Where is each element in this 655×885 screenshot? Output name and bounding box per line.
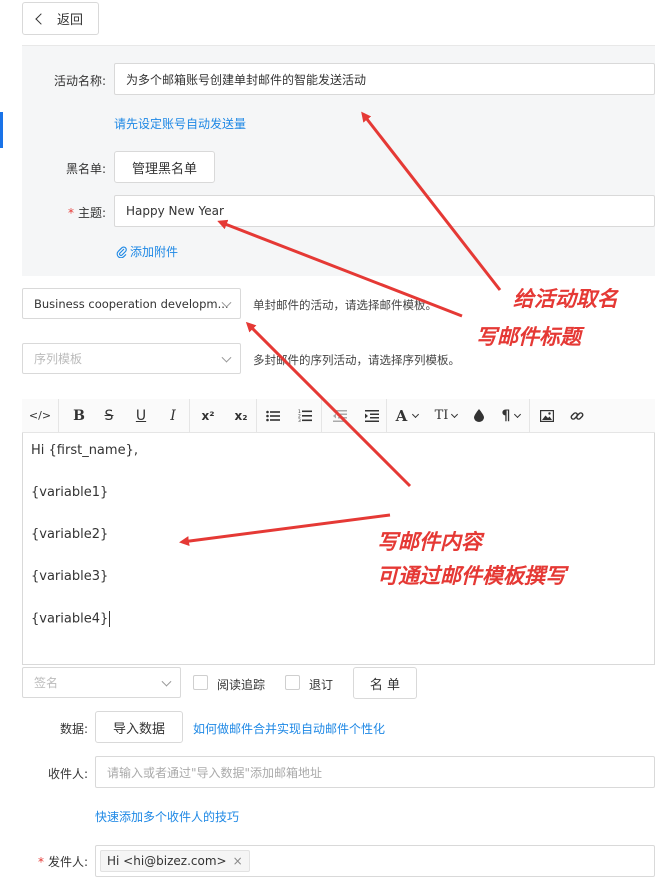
insert-image-button[interactable]: [530, 399, 564, 433]
activity-name-label: 活动名称:: [53, 74, 106, 88]
editor-toolbar: </> B S U I x² x₂ 123 A TI ¶: [22, 398, 655, 433]
indent-icon: [365, 409, 379, 422]
unsubscribe-label: 退订: [309, 678, 334, 692]
chevron-down-icon: [514, 410, 522, 418]
drop-icon: [474, 409, 484, 422]
signature-placeholder: 签名: [34, 676, 59, 690]
subject-label: * 主题:: [22, 204, 106, 221]
paragraph-button[interactable]: ¶: [493, 399, 529, 433]
code-view-button[interactable]: </>: [22, 399, 58, 433]
strikethrough-button[interactable]: S: [93, 399, 125, 433]
quick-add-recipients-link[interactable]: 快速添加多个收件人的技巧: [95, 808, 239, 825]
insert-link-button[interactable]: [564, 399, 590, 433]
paragraph-label: ¶: [501, 407, 511, 424]
blacklist-label: 黑名单:: [65, 162, 106, 176]
toolbar-divider: [58, 398, 59, 433]
bullet-list-button[interactable]: [257, 399, 289, 433]
link-icon: [570, 411, 584, 420]
sender-label: * 发件人:: [22, 853, 88, 870]
chevron-down-icon: [451, 410, 459, 418]
sender-tag-label: Hi <hi@bizez.com>: [107, 854, 227, 868]
underline-button[interactable]: U: [125, 399, 157, 433]
left-accent-bar: [0, 112, 3, 148]
paperclip-icon: [116, 246, 127, 258]
chevron-down-icon: [412, 410, 420, 418]
chevron-down-icon: [221, 352, 232, 363]
template-select[interactable]: Business cooperation developm...: [22, 288, 241, 319]
sequence-select-placeholder: 序列模板: [34, 352, 83, 366]
bullet-list-icon: [266, 410, 280, 421]
close-icon[interactable]: ×: [233, 854, 243, 868]
font-label: A: [395, 406, 408, 425]
sender-tag: Hi <hi@bizez.com> ×: [100, 850, 250, 872]
read-tracking-label: 阅读追踪: [217, 678, 266, 692]
sender-input[interactable]: Hi <hi@bizez.com> ×: [95, 845, 655, 877]
recipient-label: 收件人:: [47, 767, 88, 781]
text-color-button[interactable]: [465, 399, 493, 433]
numbered-list-icon: 123: [298, 409, 312, 422]
sequence-hint: 多封邮件的序列活动，请选择序列模板。: [253, 353, 460, 367]
indent-button[interactable]: [358, 399, 386, 433]
superscript-button[interactable]: x²: [190, 399, 226, 433]
annotation-name-activity: 给活动取名: [513, 287, 618, 311]
activity-name-input[interactable]: 为多个邮箱账号创建单封邮件的智能发送活动: [114, 63, 655, 95]
mail-merge-link[interactable]: 如何做邮件合并实现自动邮件个性化: [193, 720, 385, 737]
editor-line-variable1: {variable1}: [31, 485, 109, 500]
add-attachment-link[interactable]: 添加附件: [116, 243, 178, 260]
manage-blacklist-button[interactable]: 管理黑名单: [114, 151, 215, 183]
signature-select[interactable]: 签名: [22, 667, 181, 698]
outdent-icon: [333, 409, 347, 422]
back-button[interactable]: 返回: [22, 2, 99, 35]
add-attachment-label: 添加附件: [130, 245, 179, 259]
subject-input[interactable]: Happy New Year: [114, 195, 655, 227]
annotation-write-subject: 写邮件标题: [476, 325, 581, 349]
editor-line-greeting: Hi {first_name},: [31, 443, 138, 458]
required-mark: *: [37, 855, 44, 869]
template-select-value: Business cooperation developm...: [34, 296, 229, 311]
font-size-label: TI: [434, 408, 449, 423]
annotation-via-template: 可通过邮件模板撰写: [377, 564, 566, 588]
recipient-placeholder: 请输入或者通过"导入数据"添加邮箱地址: [107, 765, 323, 780]
font-button[interactable]: A: [387, 399, 427, 433]
list-button[interactable]: 名 单: [353, 667, 417, 699]
sender-label-text: 发件人:: [47, 855, 88, 869]
editor-line-variable2: {variable2}: [31, 527, 109, 542]
required-mark: *: [67, 206, 74, 220]
italic-button[interactable]: I: [157, 399, 189, 433]
subscript-button[interactable]: x₂: [226, 399, 256, 433]
sequence-select[interactable]: 序列模板: [22, 343, 241, 374]
auto-send-link[interactable]: 请先设定账号自动发送量: [114, 115, 246, 132]
data-label: 数据:: [59, 722, 88, 736]
import-data-button[interactable]: 导入数据: [95, 711, 183, 743]
outdent-button[interactable]: [322, 399, 358, 433]
text-cursor: [109, 611, 111, 627]
back-label: 返回: [57, 13, 84, 28]
svg-text:3: 3: [298, 418, 301, 422]
chevron-left-icon: [35, 12, 47, 25]
read-tracking-checkbox[interactable]: [193, 675, 208, 690]
recipient-input[interactable]: 请输入或者通过"导入数据"添加邮箱地址: [95, 756, 655, 788]
numbered-list-button[interactable]: 123: [289, 399, 321, 433]
editor-line-variable4-wrap: {variable4}: [31, 611, 111, 627]
subject-label-text: 主题:: [77, 206, 106, 220]
font-size-button[interactable]: TI: [427, 399, 465, 433]
unsubscribe-checkbox[interactable]: [285, 675, 300, 690]
annotation-write-content: 写邮件内容: [377, 530, 482, 554]
chevron-down-icon: [161, 676, 172, 687]
template-hint: 单封邮件的活动，请选择邮件模板。: [253, 298, 437, 312]
bold-button[interactable]: B: [65, 399, 93, 433]
editor-line-variable3: {variable3}: [31, 569, 109, 584]
editor-line-variable4: {variable4}: [31, 611, 109, 627]
email-editor[interactable]: [22, 399, 655, 665]
image-icon: [540, 409, 554, 422]
